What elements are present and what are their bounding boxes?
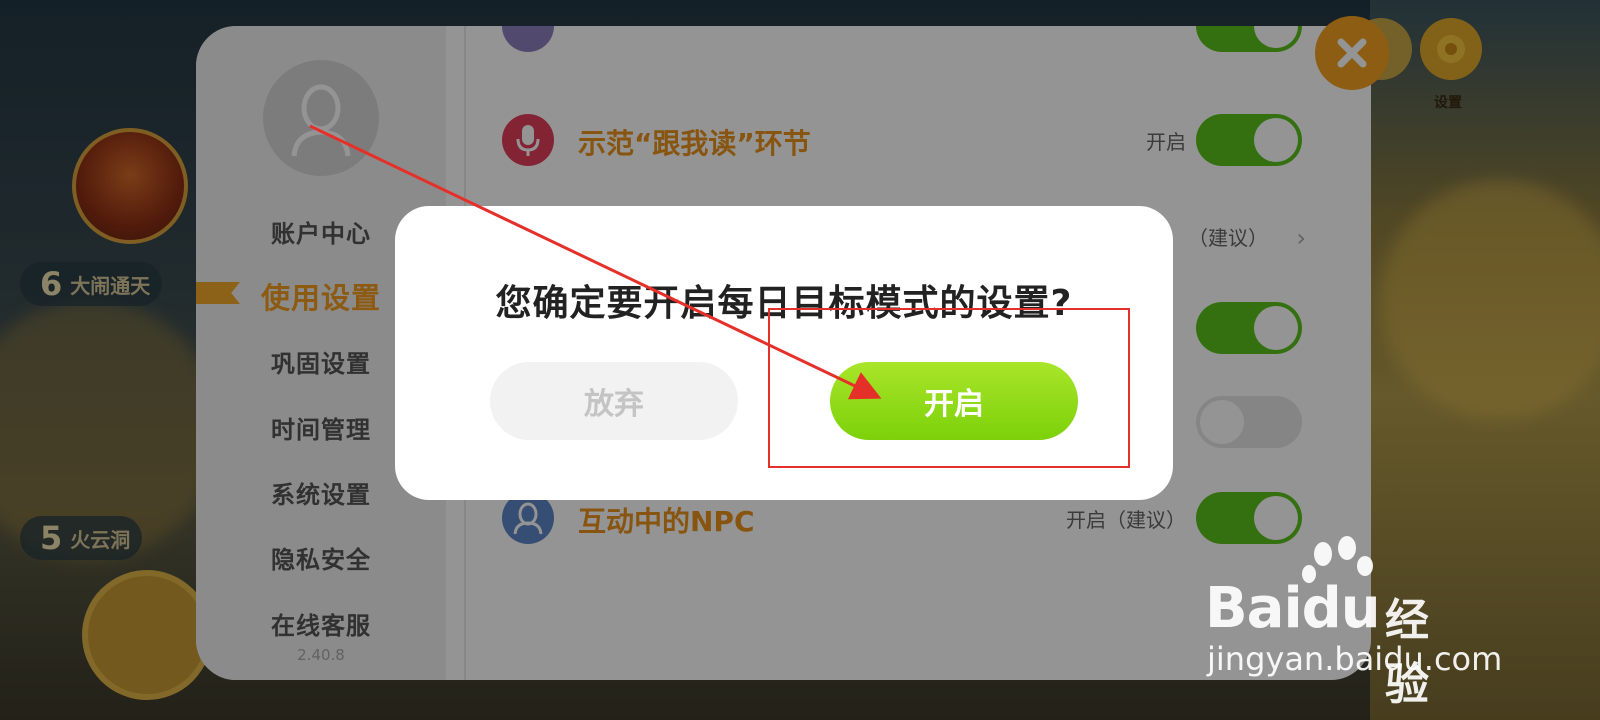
cancel-button[interactable]: 放弃 (490, 362, 738, 440)
confirm-button[interactable]: 开启 (830, 362, 1078, 440)
watermark-logo: Baidu (1205, 576, 1381, 641)
watermark-url: jingyan.baidu.com (1207, 640, 1503, 678)
dialog-title: 您确定要开启每日目标模式的设置? (495, 283, 1073, 324)
confirm-dialog: 您确定要开启每日目标模式的设置? 放弃 开启 (395, 206, 1173, 500)
